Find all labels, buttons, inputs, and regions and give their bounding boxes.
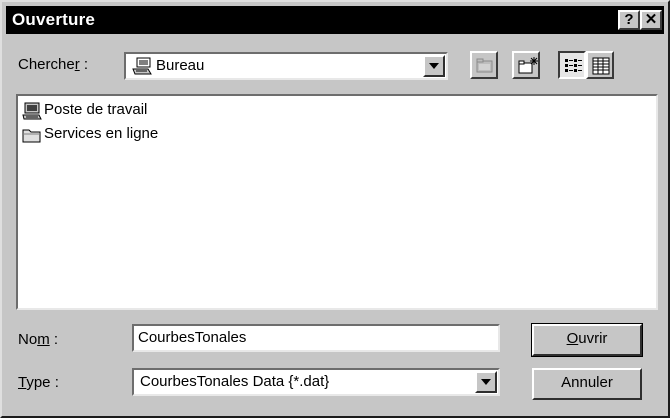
window-title: Ouverture — [12, 10, 96, 29]
lookin-combo[interactable]: Bureau — [124, 52, 448, 80]
list-item-label: Poste de travail — [44, 101, 148, 118]
help-button[interactable]: ? — [618, 10, 640, 30]
filename-label-accel: m — [37, 331, 50, 348]
open-button-accel: O — [566, 330, 579, 347]
open-button-label: uvrir — [578, 330, 608, 347]
desktop-icon — [132, 57, 152, 79]
lookin-label-text: Cherche — [18, 56, 75, 73]
close-button[interactable]: ✕ — [640, 10, 662, 30]
list-view-button[interactable] — [558, 51, 586, 79]
file-list[interactable]: Poste de travail Services en ligne — [16, 94, 658, 310]
open-button[interactable]: Ouvrir — [531, 323, 643, 357]
up-folder-icon — [476, 58, 493, 73]
new-folder-icon — [518, 57, 538, 74]
lookin-label: Chercher : — [18, 56, 88, 73]
filename-label: Nom : — [18, 331, 58, 348]
filetype-label: Type : — [18, 374, 59, 391]
details-view-icon — [592, 57, 610, 75]
filename-label-colon: : — [49, 331, 59, 348]
filetype-combo[interactable]: CourbesTonales Data {*.dat} — [132, 368, 500, 396]
computer-icon — [22, 102, 42, 120]
open-dialog: Ouverture ? ✕ Chercher : Bureau Poste de… — [0, 0, 670, 418]
list-item-label: Services en ligne — [44, 125, 159, 142]
list-view-icon — [565, 59, 582, 72]
filetype-value: CourbesTonales Data {*.dat} — [140, 373, 330, 390]
folder-icon — [22, 129, 41, 143]
new-folder-button[interactable] — [512, 51, 540, 79]
filetype-dropdown-button[interactable] — [475, 371, 497, 393]
lookin-value: Bureau — [156, 57, 205, 74]
details-view-button[interactable] — [586, 51, 614, 79]
filename-label-text: No — [18, 331, 38, 348]
title-bar[interactable]: Ouverture ? ✕ — [6, 6, 664, 34]
filename-input[interactable]: CourbesTonales — [132, 324, 500, 352]
up-folder-button[interactable] — [470, 51, 498, 79]
cancel-button[interactable]: Annuler — [532, 368, 642, 400]
filetype-label-text: ype : — [26, 374, 59, 391]
lookin-label-colon: : — [79, 56, 89, 73]
lookin-dropdown-button[interactable] — [423, 55, 445, 77]
